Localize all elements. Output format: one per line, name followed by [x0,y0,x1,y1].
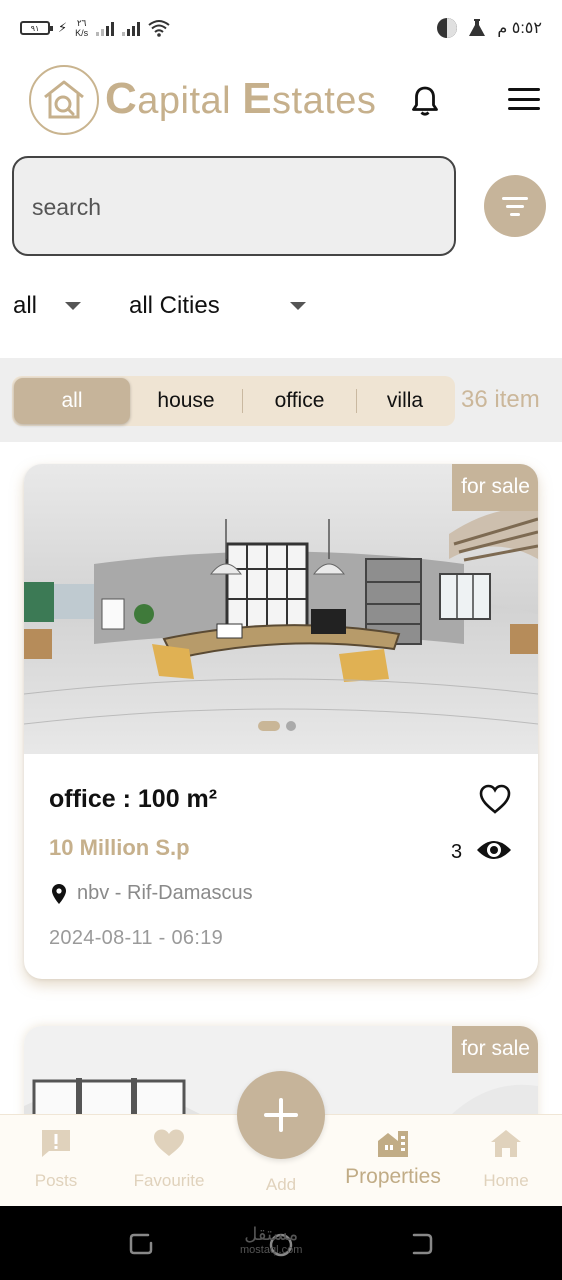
city-dropdown[interactable]: all Cities [129,288,306,324]
search-input[interactable] [32,188,432,226]
nav-home-label: Home [483,1171,529,1190]
watermark-arabic: مستقل [244,1224,299,1244]
brand-name: Capital Estates [105,74,376,124]
alert-message-icon [42,1130,70,1157]
menu-button[interactable] [508,86,540,112]
search-box[interactable] [12,156,456,256]
system-navigation-bar: مستقل mostaql.com [0,1206,562,1280]
tab-villa[interactable]: villa [357,378,453,424]
plus-icon [264,1098,298,1132]
flask-icon [469,19,486,36]
nav-add-label: Add [265,1175,297,1194]
brand-word-1: apital [137,80,243,122]
battery-icon: ٩١ [20,21,53,35]
brand-letter-e: E [242,74,273,123]
pager-dot[interactable] [286,721,296,731]
buildings-icon [378,1131,408,1157]
brand-word-2: states [272,80,377,122]
recent-apps-icon[interactable] [128,1231,154,1257]
pager-dot-active[interactable] [258,721,280,731]
data-saver-icon [437,18,458,38]
nav-properties-label: Properties [345,1165,441,1188]
category-tabs: all house office villa [12,376,455,426]
listing-title: office : 100 m² [49,785,218,813]
charging-icon: ⚡ [58,20,68,35]
tab-house[interactable]: house [130,378,242,424]
type-dropdown[interactable]: all [13,288,82,324]
wifi-icon [148,20,170,37]
location-text: nbv - Rif-Damascus [77,882,253,904]
status-right: ٥:٥٢ م [437,18,542,38]
menu-icon-line [508,107,540,110]
clock: ٥:٥٢ م [497,20,542,37]
type-dropdown-value: all [13,292,38,319]
logo [29,65,99,135]
nav-posts-label: Posts [34,1171,78,1190]
nav-home[interactable]: Home [456,1127,556,1191]
heart-icon [154,1129,184,1156]
app-header: Capital Estates [0,62,562,140]
caret-down-icon [289,302,306,310]
status-left: ٩١ ⚡ ٢٦ K/s [20,18,170,38]
filter-icon [502,196,528,216]
location-pin-icon [52,883,66,904]
listing-location: nbv - Rif-Damascus [51,882,253,905]
notifications-button[interactable] [408,82,442,120]
status-bar: ٩١ ⚡ ٢٦ K/s ٥:٥٢ م [0,0,562,56]
filter-button[interactable] [484,175,546,237]
tab-office[interactable]: office [243,378,356,424]
image-pager [258,721,296,731]
for-sale-badge: for sale [452,1026,538,1073]
city-dropdown-value: all Cities [129,292,220,319]
nav-properties[interactable]: Properties [343,1127,443,1189]
nav-posts[interactable]: Posts [6,1127,106,1191]
bell-icon [412,86,438,116]
listing-image[interactable]: for sale [24,464,538,754]
listing-card[interactable]: for sale office : 100 m² 10 Million S.p … [24,464,538,979]
home-icon [491,1130,521,1157]
house-search-logo-icon [44,80,84,119]
nav-favourite[interactable]: Favourite [119,1127,219,1191]
menu-icon-line [508,97,540,101]
watermark: مستقل mostaql.com [240,1224,302,1256]
net-speed-unit: K/s [75,28,89,38]
battery-level: ٩١ [30,23,40,33]
listing-date: 2024-08-11 - 06:19 [49,927,224,949]
net-speed: ٢٦ K/s [75,18,88,38]
nav-favourite-label: Favourite [133,1171,205,1190]
category-bar: all house office villa 36 item [0,358,562,442]
eye-icon [477,841,511,859]
item-count: 36 item [461,386,540,413]
back-icon[interactable] [408,1231,434,1257]
brand-letter-c: C [105,74,138,123]
menu-icon-line [508,88,540,91]
caret-down-icon [65,302,82,310]
favorite-heart-icon[interactable] [478,783,512,815]
add-button[interactable] [237,1071,325,1159]
for-sale-badge: for sale [452,464,538,511]
tab-all[interactable]: all [14,378,130,424]
net-speed-value: ٢٦ [76,18,87,28]
nav-add[interactable]: Add [231,1163,331,1195]
watermark-url: mostaql.com [240,1244,303,1256]
signal-icon-2 [122,20,141,36]
signal-icon [96,20,115,36]
listing-price: 10 Million S.p [49,835,190,860]
views-count: 3 [451,841,463,863]
